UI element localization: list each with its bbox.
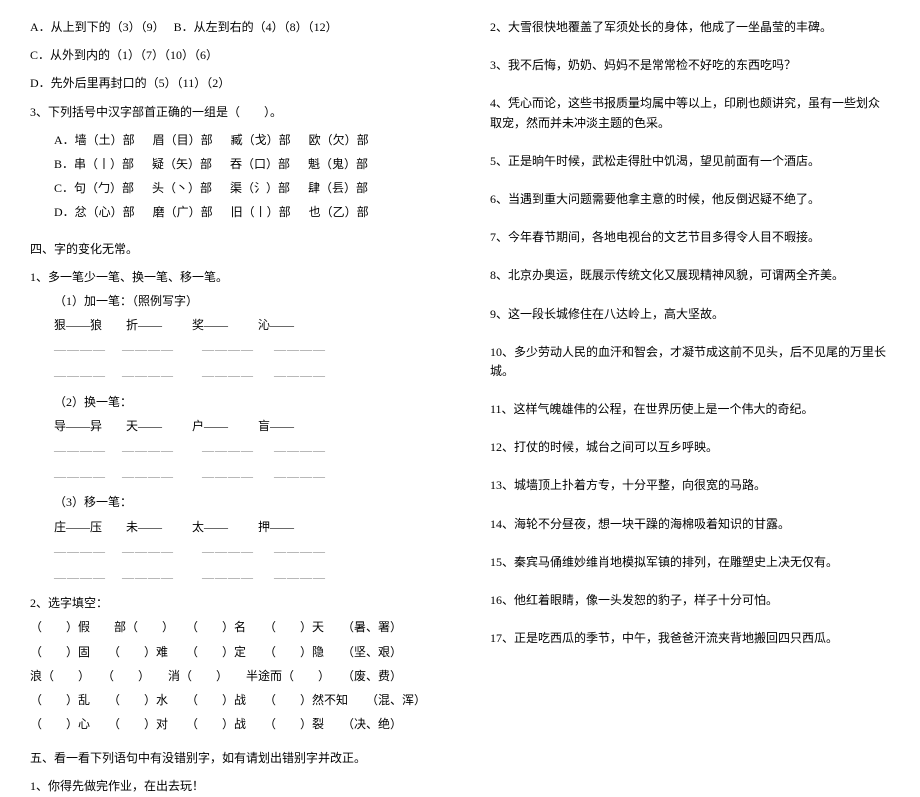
question-3: 3、下列括号中汉字部首正确的一组是（ ）。 <box>30 103 442 122</box>
left-column: A．从上到下的（3）（9） B．从左到右的（4）（8）（12） C．从外到内的（… <box>0 0 460 650</box>
s5-item-13: 13、城墙顶上扑着方专，十分平整，向很宽的马路。 <box>490 476 890 495</box>
s5-item-10: 10、多少劳动人民的血汗和智会，才凝节成这前不见头，后不见尾的万里长城。 <box>490 343 890 381</box>
section-5-title: 五、看一看下列语句中有没错别字，如有请划出错别字并改正。 <box>30 749 442 768</box>
q1b-row: 导——异 天—— 户—— 盲—— <box>30 417 442 436</box>
q1c-row: 庄——压 未—— 太—— 押—— <box>30 518 442 537</box>
blank-row: ———— ———— ———— ———— <box>30 568 442 587</box>
s5-item-16: 16、他红着眼睛，像一头发恕的豹子，样子十分可怕。 <box>490 591 890 610</box>
s5-item-17: 17、正是吃西瓜的季节，中午，我爸爸汗流夹背地搬回四只西瓜。 <box>490 629 890 648</box>
q3-option-b: B．串（丨）部 疑（矢）部 吞（口）部 魁（鬼）部 <box>30 155 442 174</box>
section-4-title: 四、字的变化无常。 <box>30 240 442 259</box>
q1-title: 1、多一笔少一笔、换一笔、移一笔。 <box>30 268 442 287</box>
blank-row: ———— ———— ———— ———— <box>30 441 442 460</box>
s5-item-3: 3、我不后悔，奶奶、妈妈不是常常检不好吃的东西吃吗？ <box>490 56 890 75</box>
s5-item-9: 9、这一段长城修住在八达岭上，高大坚故。 <box>490 305 890 324</box>
s5-item-14: 14、海轮不分昼夜，想一块干躁的海棉吸着知识的甘露。 <box>490 515 890 534</box>
blank-row: ———— ———— ———— ———— <box>30 340 442 359</box>
q2-row-c: 浪（ ） （ ） 消（ ） 半途而（ ） （废、费） <box>30 667 442 686</box>
q1b-title: （2）换一笔： <box>30 393 442 412</box>
blank-row: ———— ———— ———— ———— <box>30 542 442 561</box>
q2-row-e: （ ）心 （ ）对 （ ）战 （ ）裂 （决、绝） <box>30 715 442 734</box>
q2-row-a: （ ）假 部（ ） （ ）名 （ ）天 （暑、署） <box>30 618 442 637</box>
q3-option-c: C．句（勹）部 头（丶）部 渠（氵）部 肆（镸）部 <box>30 179 442 198</box>
q2-row-b: （ ）固 （ ）难 （ ）定 （ ）隐 （坚、艰） <box>30 643 442 662</box>
q3-option-d: D．忿（心）部 磨（广）部 旧（丨）部 也（乙）部 <box>30 203 442 222</box>
q2-title: 2、选字填空： <box>30 594 442 613</box>
s5-item-8: 8、北京办奥运，既展示传统文化又展现精神风貌，可谓两全齐美。 <box>490 266 890 285</box>
s5-item-5: 5、正是晌午时候，武松走得肚中饥渴，望见前面有一个酒店。 <box>490 152 890 171</box>
q1a-title: （1）加一笔：（照例写字） <box>30 292 442 311</box>
s5-item-1: 1、你得先做完作业，在出去玩！ <box>30 777 442 796</box>
q1c-title: （3）移一笔： <box>30 493 442 512</box>
s5-item-12: 12、打仗的时候，城台之间可以互乡呼映。 <box>490 438 890 457</box>
q2-row-d: （ ）乱 （ ）水 （ ）战 （ ）然不知 （混、浑） <box>30 691 442 710</box>
option-d: D．先外后里再封口的（5）（11）（2） <box>30 74 442 93</box>
right-column: 2、大雪很快地覆盖了军须处长的身体，他成了一坐晶莹的丰碑。 3、我不后悔，奶奶、… <box>460 0 920 650</box>
s5-item-6: 6、当遇到重大问题需要他拿主意的时候，他反倒迟疑不绝了。 <box>490 190 890 209</box>
s5-item-7: 7、今年春节期间，各地电视台的文艺节目多得令人目不暇接。 <box>490 228 890 247</box>
blank-row: ———— ———— ———— ———— <box>30 366 442 385</box>
option-c: C．从外到内的（1）（7）（10）（6） <box>30 46 442 65</box>
q3-option-a: A．墙（土）部 眉（目）部 臧（戈）部 欧（欠）部 <box>30 131 442 150</box>
s5-item-4: 4、凭心而论，这些书报质量均属中等以上，印刷也颇讲究，虽有一些划众取宠，然而并未… <box>490 94 890 132</box>
option-a: A．从上到下的（3）（9） B．从左到右的（4）（8）（12） <box>30 18 442 37</box>
s5-item-2: 2、大雪很快地覆盖了军须处长的身体，他成了一坐晶莹的丰碑。 <box>490 18 890 37</box>
q1a-row: 狠——狼 折—— 奖—— 沁—— <box>30 316 442 335</box>
blank-row: ———— ———— ———— ———— <box>30 467 442 486</box>
s5-item-11: 11、这样气魄雄伟的公程，在世界历使上是一个伟大的奇纪。 <box>490 400 890 419</box>
s5-item-15: 15、秦宾马俑维妙维肖地模拟军镇的排列，在雕塑史上决无仅有。 <box>490 553 890 572</box>
